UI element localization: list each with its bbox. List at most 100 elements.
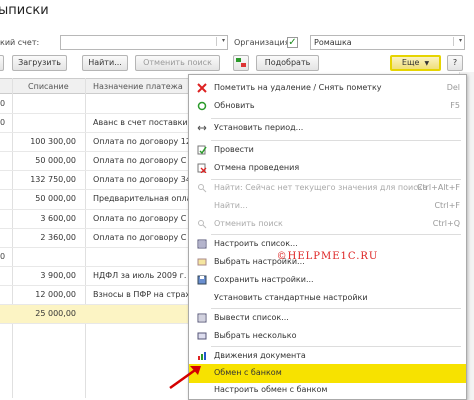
table-row[interactable]: 132 750,00 Оплата по договору 34/1: [0, 171, 188, 191]
org-field[interactable]: Ромашка: [310, 35, 465, 50]
grid-header: Списание Назначение платежа: [0, 78, 188, 94]
menu-item-set-period[interactable]: Установить период...: [189, 119, 466, 138]
menu-item-save-settings[interactable]: Сохранить настройки...: [189, 271, 466, 290]
menu-item-label: Найти: Сейчас нет текущего значения для …: [214, 183, 428, 192]
chevron-down-icon[interactable]: ▾: [453, 37, 462, 46]
select-multiple-icon: [197, 332, 207, 340]
table-row[interactable]: 50 000,00 Предварительная оплата Б: [0, 190, 188, 210]
debit-cell: 100 300,00: [30, 137, 76, 147]
menu-item-mark-delete[interactable]: Пометить на удаление / Снять пометку Del: [189, 79, 466, 98]
menu-item-label: Провести: [214, 145, 254, 154]
menu-item-label: Пометить на удаление / Снять пометку: [214, 83, 382, 92]
table-row[interactable]: 12 000,00 Взносы в ПФР на страхов: [0, 286, 188, 306]
load-button[interactable]: Загрузить: [12, 55, 67, 71]
table-row[interactable]: 50 000,00 Оплата по договору С пос: [0, 152, 188, 172]
debit-cell: 3 600,00: [40, 213, 76, 223]
menu-item-label: Обмен с банком: [214, 368, 282, 377]
purpose-cell: Аванс в счет поставки тов: [93, 118, 188, 128]
table-row-selected[interactable]: 25 000,00: [0, 305, 188, 325]
save-settings-icon: [197, 275, 207, 285]
debit-cell: 50 000,00: [35, 156, 76, 166]
menu-item-label: Установить период...: [214, 123, 304, 132]
column-header-purpose[interactable]: Назначение платежа: [93, 82, 183, 91]
pick-button[interactable]: Подобрать: [256, 55, 319, 71]
triangle-down-icon: ▼: [424, 60, 430, 67]
account-label: кий счет:: [0, 38, 40, 47]
menu-item-shortcut: Ctrl+Q: [432, 219, 460, 228]
purpose-cell: НДФЛ за июль 2009 г.: [93, 270, 187, 280]
table-row[interactable]: 3 600,00 Оплата по договору С пос: [0, 210, 188, 229]
menu-item-refresh[interactable]: Обновить F5: [189, 97, 466, 116]
menu-item-unpost[interactable]: Отмена проведения: [189, 159, 466, 178]
org-label: Организация:: [234, 38, 293, 47]
menu-item-cancel-search[interactable]: Отменить поиск Ctrl+Q: [189, 215, 466, 234]
chevron-down-icon[interactable]: ▾: [216, 37, 225, 46]
debit-cell: 132 750,00: [30, 175, 76, 185]
purpose-cell: Оплата по договору 1245Й: [93, 137, 188, 147]
unpost-document-icon: [197, 163, 207, 173]
filter-row: кий счет: ▾ Организация: ✓ Ромашка ▾: [0, 33, 474, 53]
row-marker: 0: [0, 118, 6, 128]
cancel-search-icon: [198, 220, 207, 229]
filter-icon[interactable]: [233, 55, 249, 71]
debit-cell: 12 000,00: [35, 289, 76, 299]
purpose-cell: Оплата по договору С пос: [93, 213, 188, 223]
table-row[interactable]: 0: [0, 95, 188, 115]
more-dropdown-menu: Пометить на удаление / Снять пометку Del…: [188, 74, 467, 400]
watermark: ©HELPME1C.RU: [276, 251, 379, 262]
row-marker: 0: [0, 251, 6, 261]
find-button[interactable]: Найти...: [82, 55, 128, 71]
menu-item-label: Установить стандартные настройки: [214, 293, 368, 302]
more-button[interactable]: Еще ▼: [390, 55, 441, 71]
menu-item-shortcut: F5: [450, 101, 460, 110]
menu-item-shortcut: Del: [446, 83, 460, 92]
menu-item-label: Вывести список...: [214, 313, 289, 322]
column-header-debit[interactable]: Списание: [28, 82, 69, 91]
menu-item-shortcut: Ctrl+F: [434, 201, 460, 210]
menu-item-select-multiple[interactable]: Выбрать несколько: [189, 327, 466, 346]
menu-item-label: Настроить список...: [214, 239, 298, 248]
menu-item-label: Настроить обмен с банком: [214, 385, 328, 394]
menu-item-shortcut: Ctrl+Alt+F: [416, 183, 460, 192]
table-row[interactable]: 3 900,00 НДФЛ за июль 2009 г.: [0, 267, 188, 286]
menu-item-post[interactable]: Провести: [189, 141, 466, 160]
cancel-search-button[interactable]: Отменить поиск: [135, 55, 220, 71]
red-arrow-icon: [169, 366, 201, 390]
purpose-cell: Взносы в ПФР на страхов: [93, 289, 188, 299]
menu-item-output-list[interactable]: Вывести список...: [189, 309, 466, 328]
window-title: ыписки: [0, 3, 49, 18]
org-filter-checkbox[interactable]: ✓: [287, 37, 298, 48]
configure-list-icon: [197, 239, 207, 249]
menu-item-label: Движения документа: [214, 351, 306, 360]
debit-cell: 2 360,00: [40, 232, 76, 242]
menu-item-find[interactable]: Найти... Ctrl+F: [189, 197, 466, 216]
period-icon: [197, 125, 207, 131]
menu-item-label: Сохранить настройки...: [214, 275, 314, 284]
more-button-label: Еще: [401, 58, 420, 67]
account-field[interactable]: [60, 35, 228, 50]
menu-item-label: Отменить поиск: [214, 219, 283, 228]
table-row[interactable]: 100 300,00 Оплата по договору 1245Й: [0, 133, 188, 153]
debit-cell: 25 000,00: [35, 309, 76, 319]
purpose-cell: Оплата по договору С пос: [93, 232, 188, 242]
table-row[interactable]: 0 Аванс в счет поставки тов: [0, 114, 188, 134]
purpose-cell: Оплата по договору 34/1: [93, 175, 188, 185]
menu-item-label: Найти...: [214, 201, 248, 210]
table-row[interactable]: 2 360,00 Оплата по договору С пос: [0, 229, 188, 248]
help-button[interactable]: ?: [447, 55, 463, 71]
grid-body: 0 0 Аванс в счет поставки тов 100 300,00 О…: [0, 95, 188, 325]
table-row[interactable]: 0: [0, 248, 188, 267]
debit-cell: 3 900,00: [40, 270, 76, 280]
menu-item-find-current[interactable]: Найти: Сейчас нет текущего значения для …: [189, 179, 466, 198]
menu-item-standard-settings[interactable]: Установить стандартные настройки: [189, 289, 466, 308]
menu-item-configure-bank-exchange[interactable]: Настроить обмен с банком: [189, 381, 466, 400]
toolbar-left-button[interactable]: [0, 55, 4, 71]
toolbar: Загрузить Найти... Отменить поиск Подобр…: [0, 55, 474, 71]
search-icon: [198, 184, 207, 193]
menu-item-label: Выбрать несколько: [214, 331, 297, 340]
purpose-cell: Предварительная оплата Б: [93, 194, 188, 204]
menu-item-label: Обновить: [214, 101, 255, 110]
document-movements-icon: [198, 352, 206, 360]
purpose-cell: Оплата по договору С пос: [93, 156, 188, 166]
output-list-icon: [197, 313, 207, 323]
